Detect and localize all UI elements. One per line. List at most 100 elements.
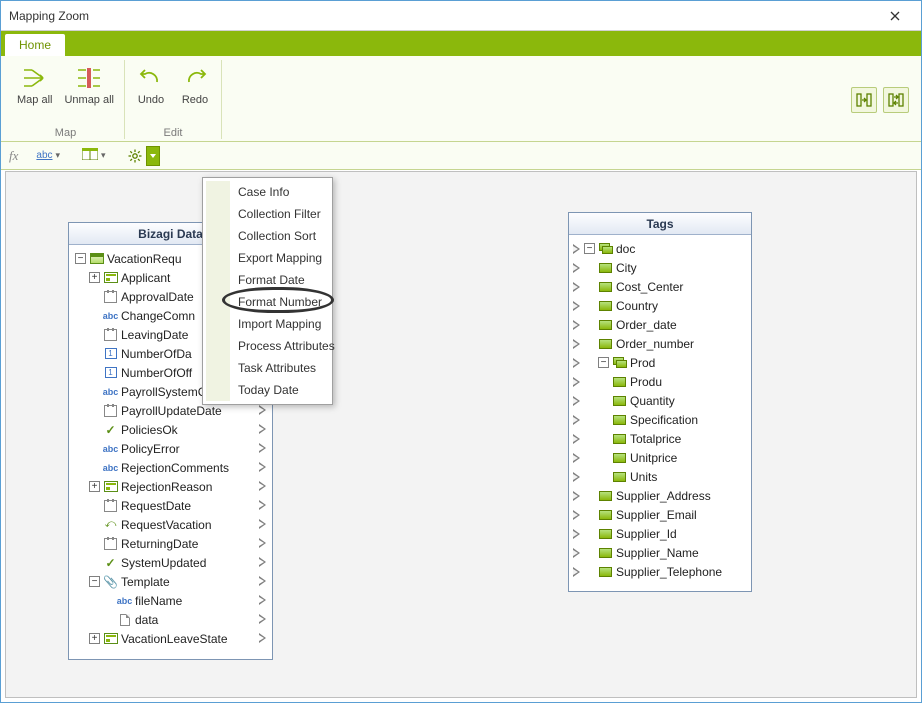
tree-node[interactable]: −Prod xyxy=(573,353,747,372)
fx-entity-tool[interactable]: ▾ xyxy=(78,146,110,165)
expander[interactable]: − xyxy=(89,576,100,587)
tree-node[interactable]: −doc xyxy=(573,239,747,258)
menu-item[interactable]: Export Mapping xyxy=(206,247,329,269)
node-label: Supplier_Id xyxy=(616,527,677,541)
output-port-icon[interactable] xyxy=(259,481,266,491)
tree-node[interactable]: abcRejectionComments xyxy=(73,458,268,477)
tree-node[interactable]: ✓SystemUpdated xyxy=(73,553,268,572)
tree-node[interactable]: abcfileName xyxy=(73,591,268,610)
tree-node[interactable]: Supplier_Address xyxy=(573,486,747,505)
output-port-icon[interactable] xyxy=(259,443,266,453)
expander[interactable]: + xyxy=(89,272,100,283)
menu-item[interactable]: Task Attributes xyxy=(206,357,329,379)
tree-node[interactable]: + VacationLeaveState xyxy=(73,629,268,648)
tree-node[interactable]: Cost_Center xyxy=(573,277,747,296)
map-all-button[interactable]: Map all xyxy=(11,60,58,108)
output-port-icon[interactable] xyxy=(259,424,266,434)
output-port-icon[interactable] xyxy=(259,614,266,624)
tab-home[interactable]: Home xyxy=(5,34,65,56)
input-port-icon[interactable] xyxy=(573,320,580,330)
tree-node[interactable]: Units xyxy=(573,467,747,486)
expander[interactable]: − xyxy=(598,357,609,368)
expander[interactable]: − xyxy=(75,253,86,264)
menu-item[interactable]: Collection Filter xyxy=(206,203,329,225)
input-port-icon[interactable] xyxy=(573,396,580,406)
output-port-icon[interactable] xyxy=(259,405,266,415)
tree-node[interactable]: Unitprice xyxy=(573,448,747,467)
input-port-icon[interactable] xyxy=(573,567,580,577)
menu-item[interactable]: Collection Sort xyxy=(206,225,329,247)
tags-tree[interactable]: −docCityCost_CenterCountryOrder_dateOrde… xyxy=(573,239,747,581)
tree-node[interactable]: data xyxy=(73,610,268,629)
tree-node[interactable]: RequestDate xyxy=(73,496,268,515)
tree-node[interactable]: ✓PoliciesOk xyxy=(73,420,268,439)
input-port-icon[interactable] xyxy=(573,301,580,311)
tree-node[interactable]: Totalprice xyxy=(573,429,747,448)
tree-node[interactable]: Country xyxy=(573,296,747,315)
undo-button[interactable]: Undo xyxy=(129,60,173,108)
layout-swap-button[interactable] xyxy=(883,87,909,113)
menu-item[interactable]: Import Mapping xyxy=(206,313,329,335)
collection-icon xyxy=(103,271,118,284)
input-port-icon[interactable] xyxy=(573,358,580,368)
tree-node[interactable]: Supplier_Name xyxy=(573,543,747,562)
tree-node[interactable]: Produ xyxy=(573,372,747,391)
check-icon: ✓ xyxy=(103,423,118,436)
tree-node[interactable]: City xyxy=(573,258,747,277)
output-port-icon[interactable] xyxy=(259,519,266,529)
input-port-icon[interactable] xyxy=(573,472,580,482)
tree-node[interactable]: Order_number xyxy=(573,334,747,353)
expander[interactable]: − xyxy=(584,243,595,254)
tree-node[interactable]: Quantity xyxy=(573,391,747,410)
input-port-icon[interactable] xyxy=(573,453,580,463)
menu-item[interactable]: Process Attributes xyxy=(206,335,329,357)
expander[interactable]: + xyxy=(89,633,100,644)
expander[interactable]: + xyxy=(89,481,100,492)
menu-item[interactable]: Today Date xyxy=(206,379,329,401)
input-port-icon[interactable] xyxy=(573,491,580,501)
output-port-icon[interactable] xyxy=(259,500,266,510)
node-label: VacationRequ xyxy=(107,252,182,266)
input-port-icon[interactable] xyxy=(573,263,580,273)
output-port-icon[interactable] xyxy=(259,557,266,567)
output-port-icon[interactable] xyxy=(259,462,266,472)
text-icon: abc xyxy=(103,385,118,398)
node-label: ReturningDate xyxy=(121,537,198,551)
tree-node[interactable]: abcPolicyError xyxy=(73,439,268,458)
input-port-icon[interactable] xyxy=(573,510,580,520)
node-label: VacationLeaveState xyxy=(121,632,228,646)
output-port-icon[interactable] xyxy=(259,576,266,586)
output-port-icon[interactable] xyxy=(259,633,266,643)
fx-text-tool[interactable]: abc ▾ xyxy=(32,148,64,163)
tree-node[interactable]: Supplier_Id xyxy=(573,524,747,543)
input-port-icon[interactable] xyxy=(573,377,580,387)
close-button[interactable] xyxy=(877,5,913,27)
tree-node[interactable]: +RejectionReason xyxy=(73,477,268,496)
tree-node[interactable]: Supplier_Email xyxy=(573,505,747,524)
output-port-icon[interactable] xyxy=(259,538,266,548)
menu-item[interactable]: Case Info xyxy=(206,181,329,203)
tree-node[interactable]: −📎Template xyxy=(73,572,268,591)
layout-ltr-button[interactable] xyxy=(851,87,877,113)
input-port-icon[interactable] xyxy=(573,415,580,425)
redo-icon xyxy=(181,64,209,92)
input-port-icon[interactable] xyxy=(573,244,580,254)
gear-menu-dropdown[interactable] xyxy=(146,146,160,166)
input-port-icon[interactable] xyxy=(573,529,580,539)
input-port-icon[interactable] xyxy=(573,282,580,292)
output-port-icon[interactable] xyxy=(259,595,266,605)
tree-node[interactable]: Order_date xyxy=(573,315,747,334)
redo-button[interactable]: Redo xyxy=(173,60,217,108)
menu-item[interactable]: Format Date xyxy=(206,269,329,291)
input-port-icon[interactable] xyxy=(573,434,580,444)
menu-item[interactable]: Format Number xyxy=(206,291,329,313)
input-port-icon[interactable] xyxy=(573,548,580,558)
unmap-all-button[interactable]: Unmap all xyxy=(58,60,120,108)
tree-node[interactable]: ReturningDate xyxy=(73,534,268,553)
tree-node[interactable]: Supplier_Telephone xyxy=(573,562,747,581)
tree-node[interactable]: ⤺RequestVacation xyxy=(73,515,268,534)
gear-menu-button[interactable] xyxy=(124,146,146,166)
input-port-icon[interactable] xyxy=(573,339,580,349)
tree-node[interactable]: Specification xyxy=(573,410,747,429)
text-icon: abc xyxy=(103,461,118,474)
